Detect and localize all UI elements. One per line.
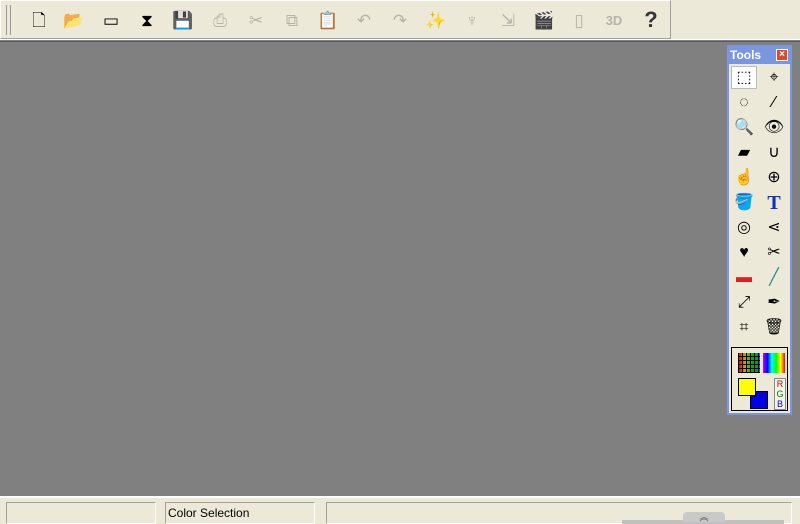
red-eye-tool-icon[interactable]: 👁 <box>761 116 787 139</box>
trash-tool-icon[interactable]: 🗑 <box>761 316 787 339</box>
tools-title: Tools <box>730 48 762 62</box>
paste-icon: 📋 <box>317 10 339 30</box>
cutout-tool-icon[interactable]: ✂ <box>761 241 787 264</box>
album-icon[interactable]: ▭ <box>99 8 123 32</box>
line-tool-icon[interactable]: ╱ <box>761 266 787 289</box>
toolbar-area: 🗋 📂 ▭ ⧗ 💾 ⎙ ✂ ⧉ 📋 ↶ ↷ ✨ ♆ ⇲ 🎬 ▯ 3D? <box>0 0 800 40</box>
restore-panel-button[interactable]: ︽ <box>683 512 725 522</box>
color-spectrum-icon[interactable] <box>763 353 785 373</box>
transform-tool-icon[interactable]: ⤢ <box>731 291 757 314</box>
rgb-g-label: G <box>776 389 784 399</box>
main-toolbar: 🗋 📂 ▭ ⧗ 💾 ⎙ ✂ ⧉ 📋 ↶ ↷ ✨ ♆ ⇲ 🎬 ▯ 3D? <box>0 0 671 39</box>
rgb-r-label: R <box>776 379 784 389</box>
spotlight-tool-icon[interactable]: ⋖ <box>761 216 787 239</box>
gradient-tool-icon[interactable]: ▬ <box>731 266 757 289</box>
copy-icon: ⧉ <box>285 10 299 30</box>
magnet-eraser-tool-icon[interactable]: ∪ <box>761 141 787 164</box>
save-icon: 💾 <box>172 10 194 30</box>
tools-panel: Tools × ⬚ ⌖ ◌ ⁄ 🔍 👁 ▰ ∪ ☝ ⊕ 🪣 T ◎ ⋖ ♥ ✂ ▬ ╱ ⤢ ✒ ⌗ 🗑 R G B <box>727 45 792 415</box>
toolbar-grip[interactable] <box>6 5 11 35</box>
magic-wand-tool-icon[interactable]: ⁄ <box>761 91 787 114</box>
lasso-tool-icon[interactable]: ◌ <box>731 91 757 114</box>
stamp-tool-icon[interactable]: ♥ <box>731 241 757 264</box>
foreground-color-swatch[interactable] <box>738 378 756 396</box>
help-icon[interactable]: ? <box>639 8 663 32</box>
resize-icon: ⇲ <box>500 10 516 30</box>
animation-icon: 🎬 <box>533 10 555 30</box>
eyedropper-tool-icon[interactable]: ✒ <box>761 291 787 314</box>
rgb-button[interactable]: R G B <box>774 378 786 410</box>
close-icon[interactable]: × <box>776 49 788 61</box>
zoom-tool-icon[interactable]: 🔍 <box>731 116 757 139</box>
redo-icon: ↷ <box>392 10 408 30</box>
crop-tool-icon[interactable]: ⌗ <box>731 316 757 339</box>
effects-icon: ♆ <box>465 10 479 30</box>
color-grid-icon[interactable] <box>738 353 760 373</box>
rgb-b-label: B <box>776 399 783 409</box>
move-select-tool-icon[interactable]: ⌖ <box>761 66 787 89</box>
workspace-canvas[interactable] <box>0 41 800 496</box>
print-icon: ⎙ <box>213 10 227 30</box>
smudge-tool-icon[interactable]: ☝ <box>731 166 757 189</box>
status-bar: Color Selection ︽ <box>0 496 800 524</box>
magic-wand-icon: ✨ <box>425 10 447 30</box>
undo-icon: ↶ <box>356 10 372 30</box>
rect-select-tool-icon[interactable]: ⬚ <box>731 66 757 89</box>
new-icon[interactable]: 🗋 <box>27 8 51 32</box>
status-pane-message: Color Selection <box>165 502 315 524</box>
open-folder-icon[interactable]: 📂 <box>62 8 86 32</box>
light-tool-icon[interactable]: ◎ <box>731 216 757 239</box>
scanner-icon[interactable]: ⧗ <box>135 8 159 32</box>
status-pane-1 <box>6 502 156 524</box>
eraser-tool-icon[interactable]: ▰ <box>731 141 757 164</box>
paint-bucket-tool-icon[interactable]: 🪣 <box>731 191 757 214</box>
device-icon: ▯ <box>574 10 584 30</box>
tools-title-bar[interactable]: Tools × <box>729 47 790 64</box>
clone-tool-icon[interactable]: ⊕ <box>761 166 787 189</box>
cut-icon: ✂ <box>248 10 264 30</box>
text-tool-icon[interactable]: T <box>761 191 787 214</box>
color-selection: R G B <box>731 347 788 411</box>
3d-icon: 3D <box>605 12 623 28</box>
